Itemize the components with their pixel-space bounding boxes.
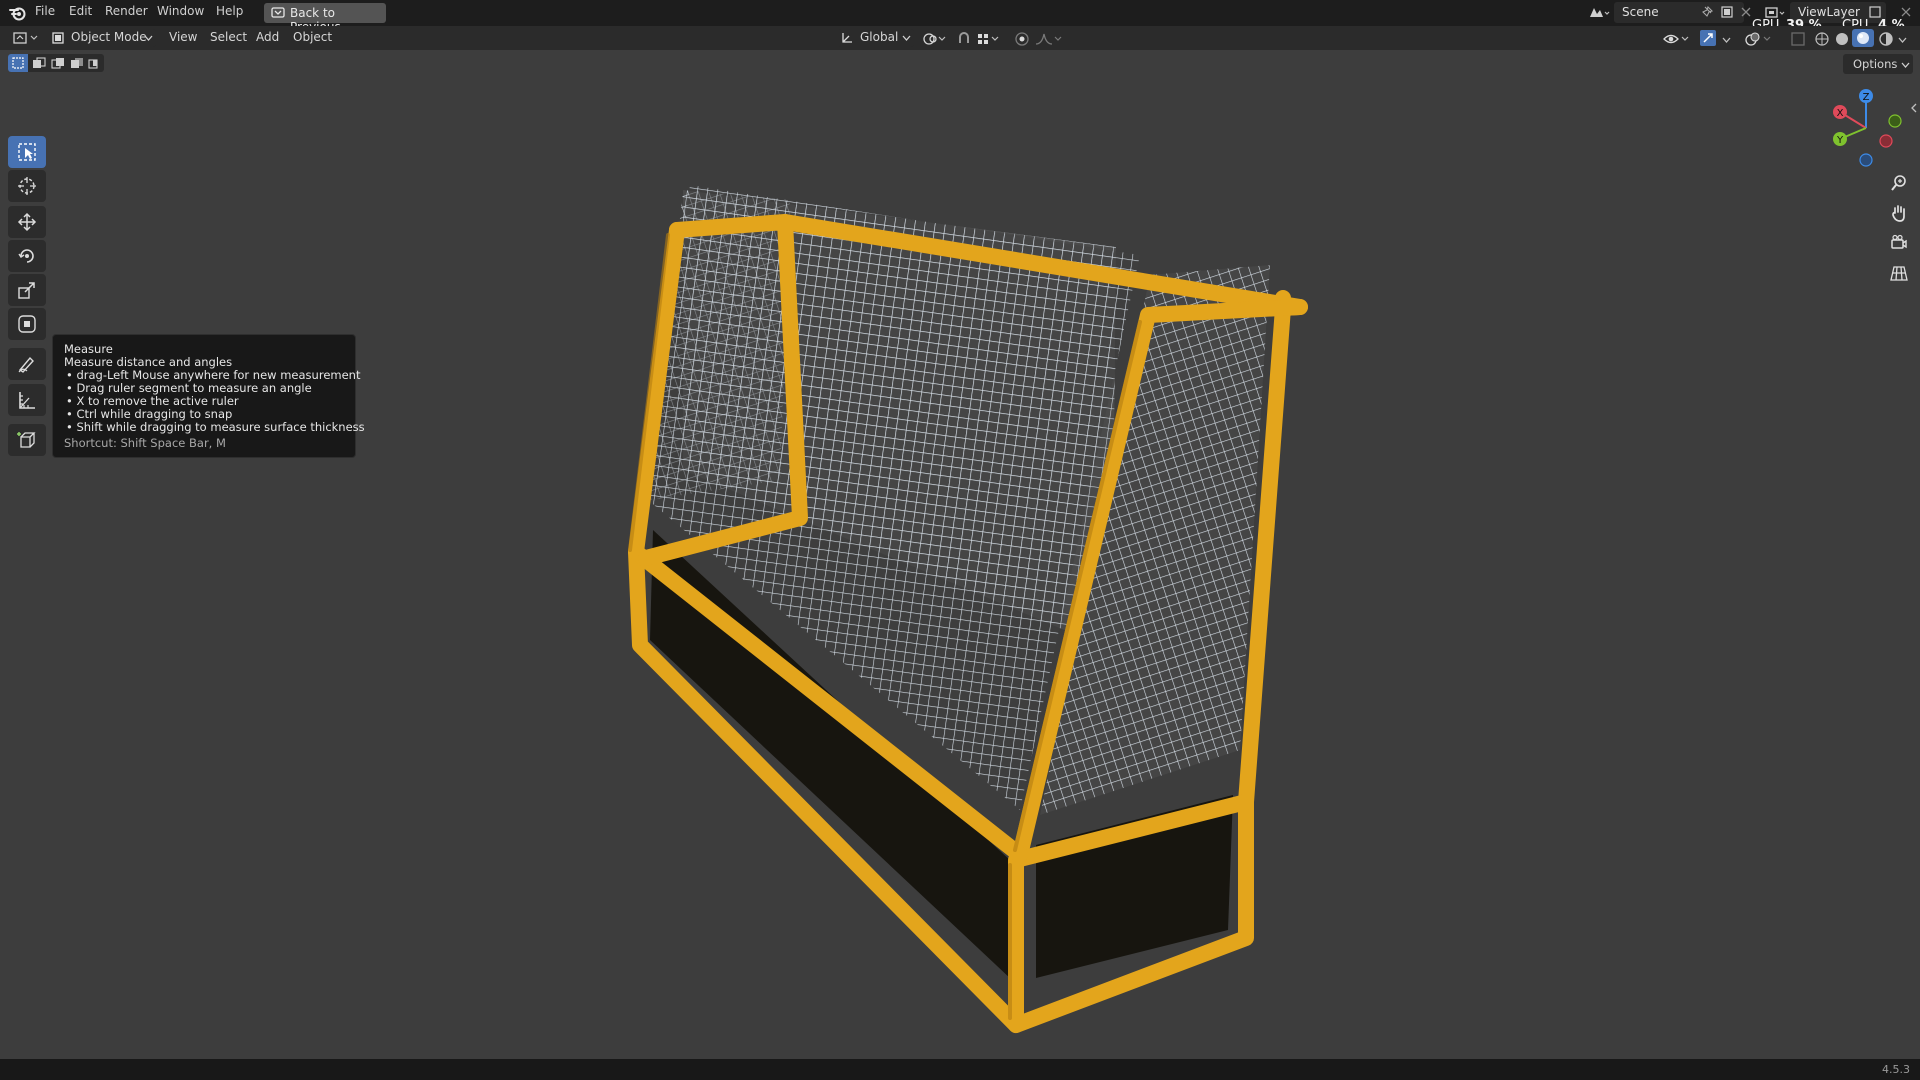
3d-viewport[interactable]: Options Measure Measure distance and ang… bbox=[0, 50, 1920, 1059]
chevron-down-icon bbox=[144, 35, 153, 41]
tool-cursor[interactable] bbox=[8, 170, 46, 202]
hockey-goal-model[interactable] bbox=[0, 50, 1920, 1059]
tool-annotate[interactable] bbox=[8, 348, 46, 380]
visibility-icon[interactable] bbox=[1662, 31, 1692, 47]
overlays-icon[interactable] bbox=[1744, 31, 1774, 47]
rotate-icon bbox=[18, 249, 34, 263]
transform-orientation-dropdown[interactable]: Global bbox=[838, 29, 914, 47]
annotate-pencil-icon bbox=[18, 356, 34, 373]
tooltip-description: Measure distance and angles bbox=[64, 355, 233, 369]
gizmo-z-label: Z bbox=[1863, 92, 1870, 103]
rendered-shading-icon[interactable] bbox=[1878, 31, 1894, 47]
close-scene-icon[interactable] bbox=[1740, 6, 1752, 18]
menu-file[interactable]: File bbox=[35, 4, 55, 18]
tooltip-title: Measure bbox=[64, 342, 113, 356]
pin-icon[interactable] bbox=[1700, 5, 1714, 19]
menu-edit[interactable]: Edit bbox=[69, 4, 92, 18]
tooltip-bullet: • drag-Left Mouse anywhere for new measu… bbox=[66, 368, 361, 382]
tool-scale[interactable] bbox=[8, 274, 46, 306]
close-view-layer-icon[interactable] bbox=[1900, 6, 1912, 18]
menu-view[interactable]: View bbox=[169, 30, 197, 44]
zoom-magnifier-icon bbox=[1891, 175, 1906, 191]
menu-help[interactable]: Help bbox=[216, 4, 243, 18]
move-icon bbox=[17, 212, 37, 232]
xray-toggle-icon[interactable] bbox=[1790, 31, 1806, 47]
mode-label: Object Mode bbox=[71, 30, 147, 44]
navigation-gizmo[interactable]: Z X Y bbox=[1826, 86, 1906, 170]
object-mode-icon bbox=[52, 32, 64, 44]
chevron-down-icon[interactable] bbox=[1722, 36, 1731, 44]
tool-measure[interactable] bbox=[8, 384, 46, 416]
version-label: 4.5.3 bbox=[1882, 1063, 1910, 1076]
tool-move[interactable] bbox=[8, 206, 46, 238]
tooltip-bullet: • Ctrl while dragging to snap bbox=[66, 407, 233, 421]
tool-transform[interactable] bbox=[8, 308, 46, 340]
new-view-layer-icon[interactable] bbox=[1868, 5, 1882, 19]
viewport-header: Object Mode View Select Add Object Globa… bbox=[0, 26, 1920, 50]
tool-select-box[interactable] bbox=[8, 136, 46, 168]
snap-target-icon[interactable] bbox=[976, 31, 1002, 47]
orientation-axes-icon bbox=[842, 33, 852, 43]
tooltip-bullet: • X to remove the active ruler bbox=[66, 394, 239, 408]
menu-render[interactable]: Render bbox=[105, 4, 148, 18]
perspective-grid-icon bbox=[1890, 266, 1908, 281]
screen-icon bbox=[271, 7, 285, 18]
chevron-down-icon[interactable] bbox=[1898, 36, 1907, 44]
scene-icon[interactable] bbox=[1588, 5, 1610, 21]
scene-selector[interactable]: Scene bbox=[1614, 2, 1744, 23]
menu-select[interactable]: Select bbox=[210, 30, 247, 44]
measure-ruler-icon bbox=[19, 392, 35, 409]
camera-icon bbox=[1891, 234, 1907, 249]
transform-icon bbox=[18, 315, 36, 333]
zoom-view-button[interactable] bbox=[1884, 170, 1914, 196]
measure-tooltip: Measure Measure distance and angles • dr… bbox=[52, 334, 365, 458]
new-scene-icon[interactable] bbox=[1720, 5, 1734, 19]
toggle-perspective-button[interactable] bbox=[1884, 260, 1914, 286]
select-box-icon bbox=[18, 143, 36, 161]
snap-toggle-icon[interactable] bbox=[956, 31, 972, 47]
gizmo-y-label: Y bbox=[1836, 135, 1844, 146]
solid-shading-icon[interactable] bbox=[1834, 31, 1850, 47]
camera-view-button[interactable] bbox=[1884, 230, 1914, 256]
mode-dropdown[interactable]: Object Mode bbox=[48, 29, 156, 47]
material-preview-icon bbox=[1857, 32, 1869, 44]
collapse-sidebar-chevron-icon[interactable] bbox=[1910, 102, 1918, 114]
chevron-down-icon bbox=[902, 35, 911, 41]
menu-object[interactable]: Object bbox=[293, 30, 332, 44]
orientation-label: Global bbox=[860, 30, 899, 44]
back-to-previous-button[interactable]: Back to Previous bbox=[264, 3, 386, 34]
scene-name: Scene bbox=[1622, 5, 1659, 19]
view-layer-name: ViewLayer bbox=[1798, 5, 1860, 19]
hand-icon bbox=[1892, 205, 1905, 222]
tooltip-bullet: • Drag ruler segment to measure an angle bbox=[66, 381, 312, 395]
proportional-edit-icon[interactable] bbox=[1014, 31, 1030, 47]
menu-add[interactable]: Add bbox=[256, 30, 279, 44]
material-preview-button[interactable] bbox=[1852, 29, 1874, 47]
pivot-point-icon[interactable] bbox=[922, 31, 948, 47]
gizmo-x-label: X bbox=[1837, 108, 1844, 119]
wireframe-shading-icon[interactable] bbox=[1814, 31, 1830, 47]
tooltip-shortcut: Shortcut: Shift Space Bar, M bbox=[64, 436, 226, 450]
pan-view-button[interactable] bbox=[1884, 200, 1914, 226]
scale-icon bbox=[18, 282, 35, 299]
editor-type-icon[interactable] bbox=[12, 30, 40, 46]
blender-logo-icon[interactable] bbox=[9, 5, 27, 21]
tooltip-bullet: • Shift while dragging to measure surfac… bbox=[66, 420, 365, 434]
menu-window[interactable]: Window bbox=[157, 4, 204, 18]
cursor-icon bbox=[18, 177, 36, 195]
gizmo-icon bbox=[1700, 30, 1716, 46]
tool-add-cube[interactable] bbox=[8, 424, 46, 456]
gizmo-toggle-button[interactable] bbox=[1698, 29, 1718, 47]
top-menu-bar: File Edit Render Window Help Back to Pre… bbox=[0, 0, 1920, 34]
falloff-curve-icon[interactable] bbox=[1034, 31, 1064, 47]
add-cube-icon bbox=[17, 432, 36, 448]
tool-rotate[interactable] bbox=[8, 240, 46, 272]
status-bar: 4.5.3 bbox=[0, 1059, 1920, 1080]
